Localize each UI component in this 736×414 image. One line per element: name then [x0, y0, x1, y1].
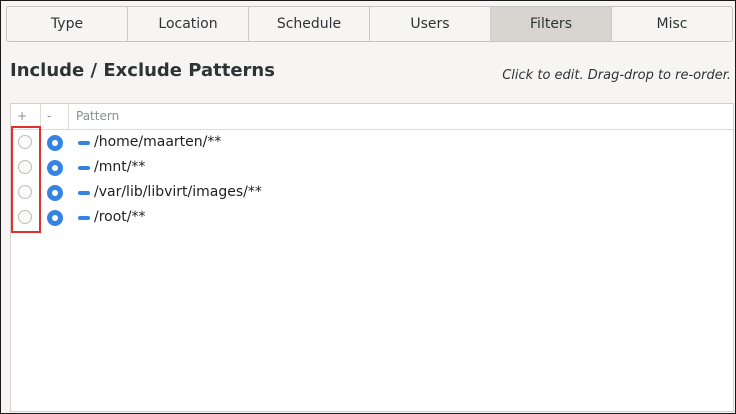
pattern-text[interactable]: /mnt/** [94, 157, 145, 177]
tab-location[interactable]: Location [128, 7, 249, 41]
tab-misc[interactable]: Misc [612, 7, 732, 41]
pattern-text[interactable]: /var/lib/libvirt/images/** [94, 182, 262, 202]
list-item[interactable]: /home/maarten/** [11, 130, 733, 155]
pattern-text[interactable]: /root/** [94, 207, 146, 227]
pattern-list[interactable]: + - Pattern /home/maarten/** /mnt/** /va… [10, 103, 734, 412]
exclude-radio[interactable] [47, 185, 63, 201]
exclude-minus-icon [78, 216, 90, 220]
exclude-minus-icon [78, 166, 90, 170]
tab-type-label: Type [50, 16, 84, 32]
include-column-header[interactable]: + [11, 104, 41, 129]
tab-type[interactable]: Type [7, 7, 128, 41]
window: Type Location Schedule Users Filters Mis… [0, 0, 736, 414]
list-item[interactable]: /root/** [11, 205, 733, 230]
section-hint: Click to edit. Drag-drop to re-order. [502, 68, 731, 83]
include-radio[interactable] [18, 210, 32, 224]
exclude-column-header[interactable]: - [41, 104, 69, 129]
tab-bar: Type Location Schedule Users Filters Mis… [6, 6, 733, 42]
list-item[interactable]: /var/lib/libvirt/images/** [11, 180, 733, 205]
tab-filters-label: Filters [530, 16, 572, 32]
tab-location-label: Location [158, 16, 218, 32]
exclude-radio[interactable] [47, 135, 63, 151]
include-radio[interactable] [18, 160, 32, 174]
pattern-text[interactable]: /home/maarten/** [94, 132, 221, 152]
include-radio[interactable] [18, 185, 32, 199]
exclude-minus-icon [78, 141, 90, 145]
pattern-column-header[interactable]: Pattern [69, 104, 733, 129]
tab-misc-label: Misc [656, 16, 688, 32]
section-title: Include / Exclude Patterns [10, 60, 275, 81]
list-item[interactable]: /mnt/** [11, 155, 733, 180]
exclude-radio[interactable] [47, 210, 63, 226]
tab-users[interactable]: Users [370, 7, 491, 41]
exclude-radio[interactable] [47, 160, 63, 176]
include-radio[interactable] [18, 135, 32, 149]
list-header: + - Pattern [11, 104, 733, 130]
tab-schedule-label: Schedule [276, 16, 342, 32]
tab-filters[interactable]: Filters [491, 7, 612, 41]
exclude-minus-icon [78, 191, 90, 195]
tab-schedule[interactable]: Schedule [249, 7, 370, 41]
tab-users-label: Users [410, 16, 450, 32]
